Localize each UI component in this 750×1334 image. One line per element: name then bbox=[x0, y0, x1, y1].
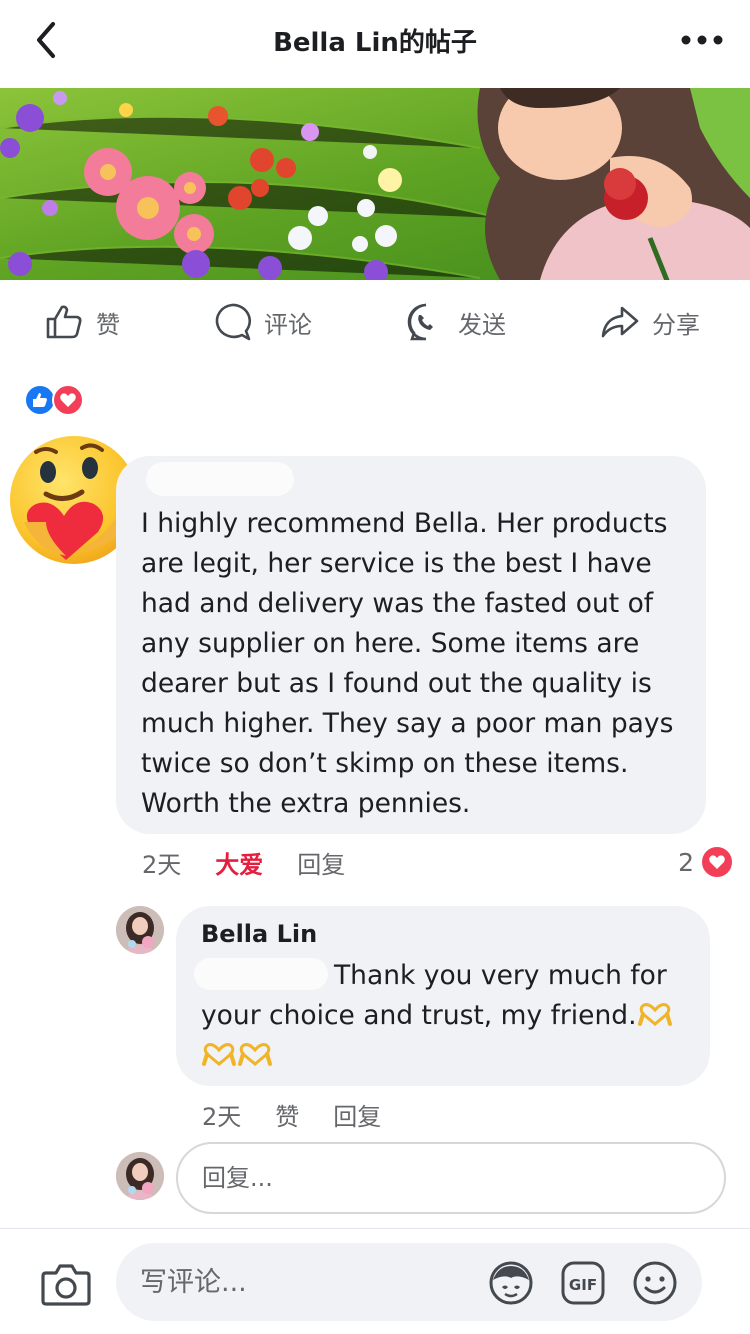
comment-input[interactable] bbox=[140, 1243, 480, 1321]
camera-icon bbox=[41, 1264, 91, 1306]
heart-hands-emoji-icon bbox=[238, 1043, 272, 1066]
thumbs-up-icon bbox=[46, 305, 82, 339]
post-action-bar: 赞 评论 发送 分享 bbox=[0, 280, 750, 364]
avatar-sticker-icon bbox=[489, 1261, 533, 1305]
gif-icon: GIF bbox=[561, 1261, 605, 1305]
avatar-photo-icon bbox=[116, 906, 164, 954]
avatar-sticker-button[interactable] bbox=[488, 1260, 534, 1306]
comment-field: GIF bbox=[116, 1243, 702, 1321]
more-dots-icon bbox=[681, 35, 723, 45]
comment-reaction-number: 2 bbox=[678, 847, 694, 877]
post-reactions-summary[interactable] bbox=[24, 384, 84, 416]
flower-field-illustration bbox=[0, 88, 750, 280]
reply-reply-button[interactable]: 回复 bbox=[333, 1097, 381, 1132]
comment-bubble[interactable]: I highly recommend Bella. Her products a… bbox=[116, 456, 706, 834]
post-image[interactable] bbox=[0, 88, 750, 280]
heart-hands-emoji-icon bbox=[202, 1043, 236, 1066]
bella-avatar[interactable] bbox=[116, 906, 164, 954]
reply-bubble[interactable]: Bella Lin Thank you very much for your c… bbox=[176, 906, 710, 1086]
comment-reaction-button[interactable]: 大爱 bbox=[215, 845, 263, 880]
smiley-icon bbox=[633, 1261, 677, 1305]
reply-text-block: Thank you very much for your choice and … bbox=[201, 956, 701, 1076]
share-icon bbox=[601, 306, 639, 338]
reply-text: Thank you very much for your choice and … bbox=[201, 960, 667, 1031]
comment-time: 2天 bbox=[142, 850, 182, 879]
comment-reaction-count[interactable]: 2 bbox=[678, 844, 734, 880]
like-button[interactable]: 赞 bbox=[44, 302, 120, 342]
camera-button[interactable] bbox=[40, 1261, 92, 1307]
reply-time: 2天 bbox=[202, 1102, 242, 1131]
comment-label: 评论 bbox=[264, 310, 312, 339]
love-reaction-icon bbox=[700, 845, 734, 879]
reply-meta: 2天 赞 回复 bbox=[202, 1096, 381, 1132]
current-user-avatar bbox=[116, 1152, 164, 1200]
send-button[interactable]: 发送 bbox=[406, 302, 506, 342]
comment-button[interactable]: 评论 bbox=[212, 302, 312, 342]
more-options-button[interactable] bbox=[678, 22, 726, 58]
reply-input[interactable] bbox=[176, 1142, 726, 1214]
comment-composer: GIF bbox=[0, 1228, 750, 1334]
like-label: 赞 bbox=[96, 310, 120, 339]
share-button[interactable]: 分享 bbox=[600, 302, 700, 342]
heart-hands-emoji-icon bbox=[637, 1003, 672, 1026]
send-label: 发送 bbox=[458, 310, 506, 339]
love-reaction-icon bbox=[52, 384, 84, 416]
avatar-photo-icon bbox=[116, 1152, 164, 1200]
comment-meta: 2天 大爱 回复 bbox=[142, 844, 345, 880]
page-title: Bella Lin的帖子 bbox=[273, 28, 477, 58]
share-label: 分享 bbox=[652, 310, 700, 339]
redacted-author-name bbox=[146, 462, 294, 496]
reply-like-button[interactable]: 赞 bbox=[275, 1097, 299, 1132]
reply-author-name[interactable]: Bella Lin bbox=[201, 920, 317, 948]
header: Bella Lin的帖子 bbox=[0, 0, 750, 88]
messenger-icon bbox=[407, 303, 433, 341]
comment-text: I highly recommend Bella. Her products a… bbox=[141, 508, 674, 819]
comment-icon bbox=[215, 303, 251, 341]
gif-button[interactable]: GIF bbox=[560, 1260, 606, 1306]
comment-reply-button[interactable]: 回复 bbox=[297, 845, 345, 880]
svg-text:GIF: GIF bbox=[569, 1276, 597, 1294]
emoji-button[interactable] bbox=[632, 1260, 678, 1306]
